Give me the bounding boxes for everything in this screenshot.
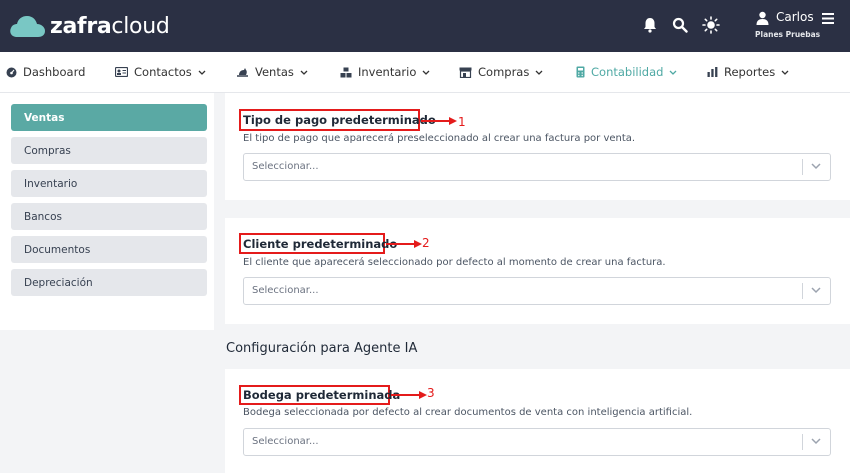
bell-icon[interactable] <box>641 16 659 34</box>
user-name: Carlos <box>776 10 814 24</box>
nav-inventario[interactable]: Inventario <box>340 52 430 92</box>
field-card-cliente: Cliente predeterminado 2 El cliente que … <box>225 218 850 324</box>
select-placeholder: Seleccionar... <box>252 436 319 447</box>
chevron-down-icon <box>535 70 543 75</box>
field-card-bodega: Bodega predeterminada 3 Bodega seleccion… <box>225 369 850 473</box>
app-logo[interactable]: zafracloud <box>8 10 170 42</box>
main-nav: Dashboard Contactos Ventas Inventario Co… <box>0 52 850 93</box>
sun-icon[interactable] <box>702 16 720 34</box>
tipo-pago-select[interactable]: Seleccionar... <box>243 153 831 181</box>
select-placeholder: Seleccionar... <box>252 161 319 172</box>
chevron-down-icon <box>198 70 206 75</box>
select-separator <box>802 159 803 175</box>
sidebar-item-inventario[interactable]: Inventario <box>11 170 207 197</box>
nav-ventas[interactable]: Ventas <box>236 52 308 92</box>
select-separator <box>802 434 803 450</box>
nav-label: Contactos <box>134 65 192 79</box>
sales-icon <box>236 67 249 78</box>
contacts-icon <box>115 67 128 77</box>
annotation-number: 2 <box>422 236 430 250</box>
store-icon <box>459 67 472 78</box>
chevron-down-icon[interactable] <box>810 286 822 294</box>
nav-label: Dashboard <box>23 65 86 79</box>
logo-text-light: cloud <box>111 13 170 39</box>
user-plan: Planes Pruebas <box>755 30 821 39</box>
chevron-down-icon <box>422 70 430 75</box>
cloud-logo-icon <box>10 16 45 37</box>
field-title: Bodega predeterminada <box>243 388 401 402</box>
sidebar-item-depreciacion[interactable]: Depreciación <box>11 269 207 296</box>
logo-text: zafracloud <box>50 14 170 39</box>
select-separator <box>802 283 803 299</box>
annotation-number: 3 <box>427 386 435 400</box>
logo-text-bold: zafra <box>50 13 112 39</box>
top-header: zafracloud Carlos Planes Pruebas <box>0 0 850 52</box>
cliente-select[interactable]: Seleccionar... <box>243 277 831 305</box>
nav-contactos[interactable]: Contactos <box>115 52 206 92</box>
chart-icon <box>707 67 718 77</box>
field-description: El cliente que aparecerá seleccionado po… <box>243 257 666 268</box>
sidebar-item-compras[interactable]: Compras <box>11 137 207 164</box>
section-title-agente-ia: Configuración para Agente IA <box>226 341 418 356</box>
sidebar-item-bancos[interactable]: Bancos <box>11 203 207 230</box>
nav-dashboard[interactable]: Dashboard <box>6 52 85 92</box>
chevron-down-icon[interactable] <box>810 437 822 445</box>
search-icon[interactable] <box>671 16 689 34</box>
nav-label: Contabilidad <box>591 65 664 79</box>
annotation-arrow-icon <box>386 240 422 248</box>
nav-label: Compras <box>478 65 530 79</box>
sidebar-item-ventas[interactable]: Ventas <box>11 104 207 131</box>
dashboard-icon <box>6 67 17 78</box>
inventory-icon <box>340 67 352 78</box>
chevron-down-icon <box>781 70 789 75</box>
nav-reportes[interactable]: Reportes <box>707 52 789 92</box>
nav-label: Inventario <box>358 65 417 79</box>
field-card-tipo-pago: Tipo de pago predeterminado 1 El tipo de… <box>225 93 850 200</box>
user-icon <box>756 11 769 25</box>
nav-label: Ventas <box>255 65 294 79</box>
bodega-select[interactable]: Seleccionar... <box>243 428 831 456</box>
field-description: Bodega seleccionada por defecto al crear… <box>243 407 693 418</box>
annotation-arrow-icon <box>421 117 457 125</box>
chevron-down-icon <box>300 70 308 75</box>
settings-sidebar: Ventas Compras Inventario Bancos Documen… <box>0 93 214 330</box>
field-title: Cliente predeterminado <box>243 237 398 251</box>
menu-icon[interactable] <box>822 13 834 24</box>
annotation-arrow-icon <box>391 391 427 399</box>
annotation-number: 1 <box>458 115 466 129</box>
user-menu[interactable]: Carlos Planes Pruebas <box>752 10 847 44</box>
nav-contabilidad[interactable]: Contabilidad <box>576 52 677 92</box>
select-placeholder: Seleccionar... <box>252 285 319 296</box>
nav-label: Reportes <box>724 65 776 79</box>
field-description: El tipo de pago que aparecerá preselecci… <box>243 133 636 144</box>
chevron-down-icon[interactable] <box>810 162 822 170</box>
sidebar-item-documentos[interactable]: Documentos <box>11 236 207 263</box>
nav-compras[interactable]: Compras <box>459 52 543 92</box>
chevron-down-icon <box>669 70 677 75</box>
field-title: Tipo de pago predeterminado <box>243 113 436 127</box>
calculator-icon <box>576 66 585 78</box>
